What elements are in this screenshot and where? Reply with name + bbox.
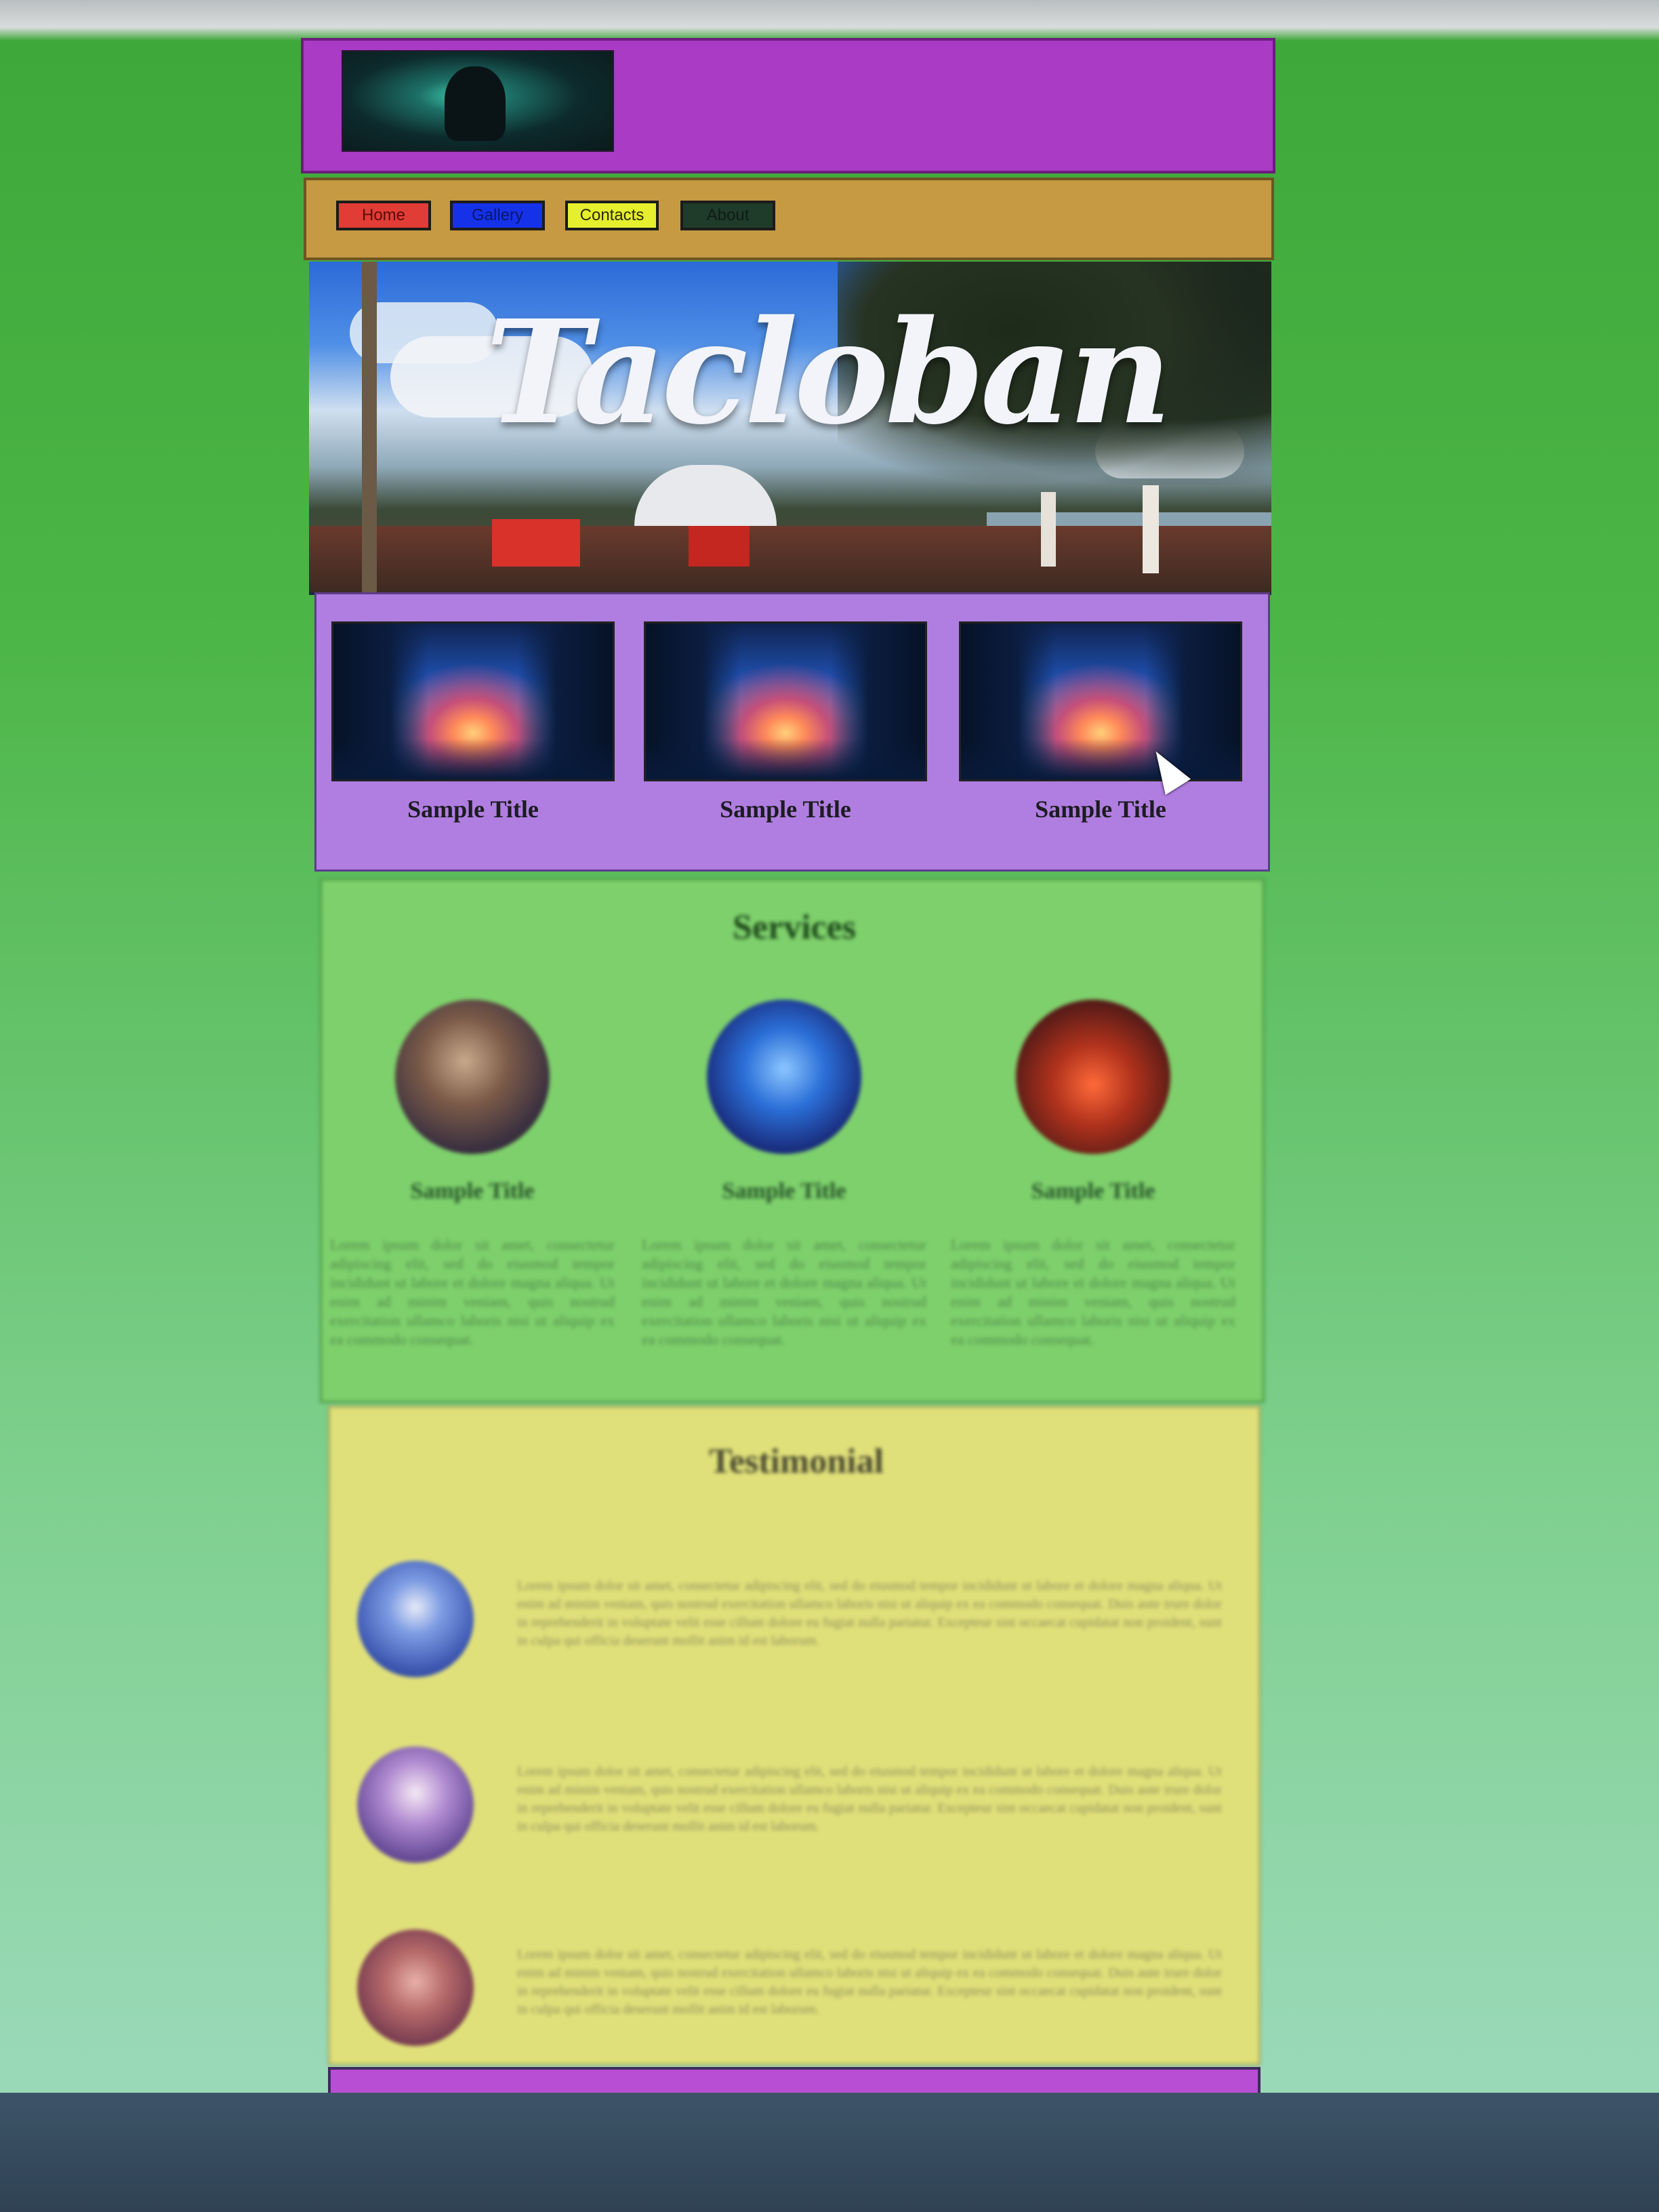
website: Home Gallery Contacts About Tacloban Sam… bbox=[300, 38, 1278, 2098]
gallery-image-ground bbox=[333, 739, 613, 779]
gallery-card-title: Sample Title bbox=[720, 796, 851, 823]
gallery-card[interactable]: Sample Title bbox=[331, 621, 615, 823]
service-avatar[interactable] bbox=[1016, 1000, 1170, 1154]
nav-home-button[interactable]: Home bbox=[336, 201, 431, 230]
gallery-image-ground bbox=[961, 739, 1240, 779]
nav-gallery-button[interactable]: Gallery bbox=[450, 201, 545, 230]
hero-title: Tacloban bbox=[485, 289, 1172, 456]
hero-banner: Tacloban bbox=[309, 262, 1271, 595]
gallery-card-title: Sample Title bbox=[1035, 796, 1166, 823]
service-title: Sample Title bbox=[722, 1179, 846, 1204]
testimonial-avatar[interactable] bbox=[357, 1561, 474, 1677]
site-header bbox=[301, 38, 1275, 173]
testimonial-avatar[interactable] bbox=[357, 1746, 474, 1863]
monitor-bezel bbox=[0, 2093, 1659, 2212]
testimonial-section: Testimonial Lorem ipsum dolor sit amet, … bbox=[328, 1406, 1261, 2066]
testimonial-item: Lorem ipsum dolor sit amet, consectetur … bbox=[357, 1561, 1238, 1683]
service-title: Sample Title bbox=[1031, 1179, 1155, 1204]
hero-pillar bbox=[1041, 492, 1056, 567]
service-avatar[interactable] bbox=[707, 1000, 861, 1154]
service-item: Sample Title Lorem ipsum dolor sit amet,… bbox=[642, 1000, 926, 1349]
hero-vehicle bbox=[492, 519, 580, 567]
gallery-card[interactable]: Sample Title bbox=[644, 621, 927, 823]
service-text: Lorem ipsum dolor sit amet, consectetur … bbox=[642, 1236, 926, 1348]
gallery-card[interactable]: Sample Title bbox=[959, 621, 1242, 823]
gallery-image[interactable] bbox=[959, 621, 1242, 781]
testimonial-text: Lorem ipsum dolor sit amet, consectetur … bbox=[517, 1947, 1222, 2017]
service-item: Sample Title Lorem ipsum dolor sit amet,… bbox=[951, 1000, 1235, 1349]
nav-contacts-button[interactable]: Contacts bbox=[565, 201, 659, 230]
service-avatar[interactable] bbox=[395, 1000, 550, 1154]
hero-vehicle bbox=[689, 526, 750, 567]
gallery-card-title: Sample Title bbox=[407, 796, 539, 823]
service-item: Sample Title Lorem ipsum dolor sit amet,… bbox=[330, 1000, 615, 1349]
logo-image[interactable] bbox=[342, 50, 614, 152]
service-title: Sample Title bbox=[410, 1179, 535, 1204]
hero-street bbox=[309, 526, 1271, 592]
testimonial-text: Lorem ipsum dolor sit amet, consectetur … bbox=[517, 1764, 1222, 1834]
gallery-section: Sample Title Sample Title Sample Title bbox=[314, 592, 1270, 872]
services-section: Services Sample Title Lorem ipsum dolor … bbox=[320, 878, 1265, 1403]
hero-dome-building bbox=[634, 465, 777, 526]
testimonial-avatar[interactable] bbox=[357, 1929, 474, 2046]
gallery-image[interactable] bbox=[644, 621, 927, 781]
testimonial-text: Lorem ipsum dolor sit amet, consectetur … bbox=[517, 1578, 1222, 1648]
testimonial-heading: Testimonial bbox=[708, 1442, 884, 1481]
logo-figure bbox=[445, 66, 506, 141]
services-heading: Services bbox=[733, 908, 856, 947]
hero-pole bbox=[362, 262, 377, 592]
nav-about-button[interactable]: About bbox=[680, 201, 775, 230]
service-text: Lorem ipsum dolor sit amet, consectetur … bbox=[951, 1236, 1235, 1348]
gallery-image-ground bbox=[646, 739, 925, 779]
service-text: Lorem ipsum dolor sit amet, consectetur … bbox=[330, 1236, 615, 1348]
testimonial-item: Lorem ipsum dolor sit amet, consectetur … bbox=[357, 1746, 1238, 1868]
testimonial-item: Lorem ipsum dolor sit amet, consectetur … bbox=[357, 1929, 1238, 2051]
hero-pillar bbox=[1143, 485, 1159, 573]
gallery-image[interactable] bbox=[331, 621, 615, 781]
nav-bar: Home Gallery Contacts About bbox=[304, 178, 1274, 260]
